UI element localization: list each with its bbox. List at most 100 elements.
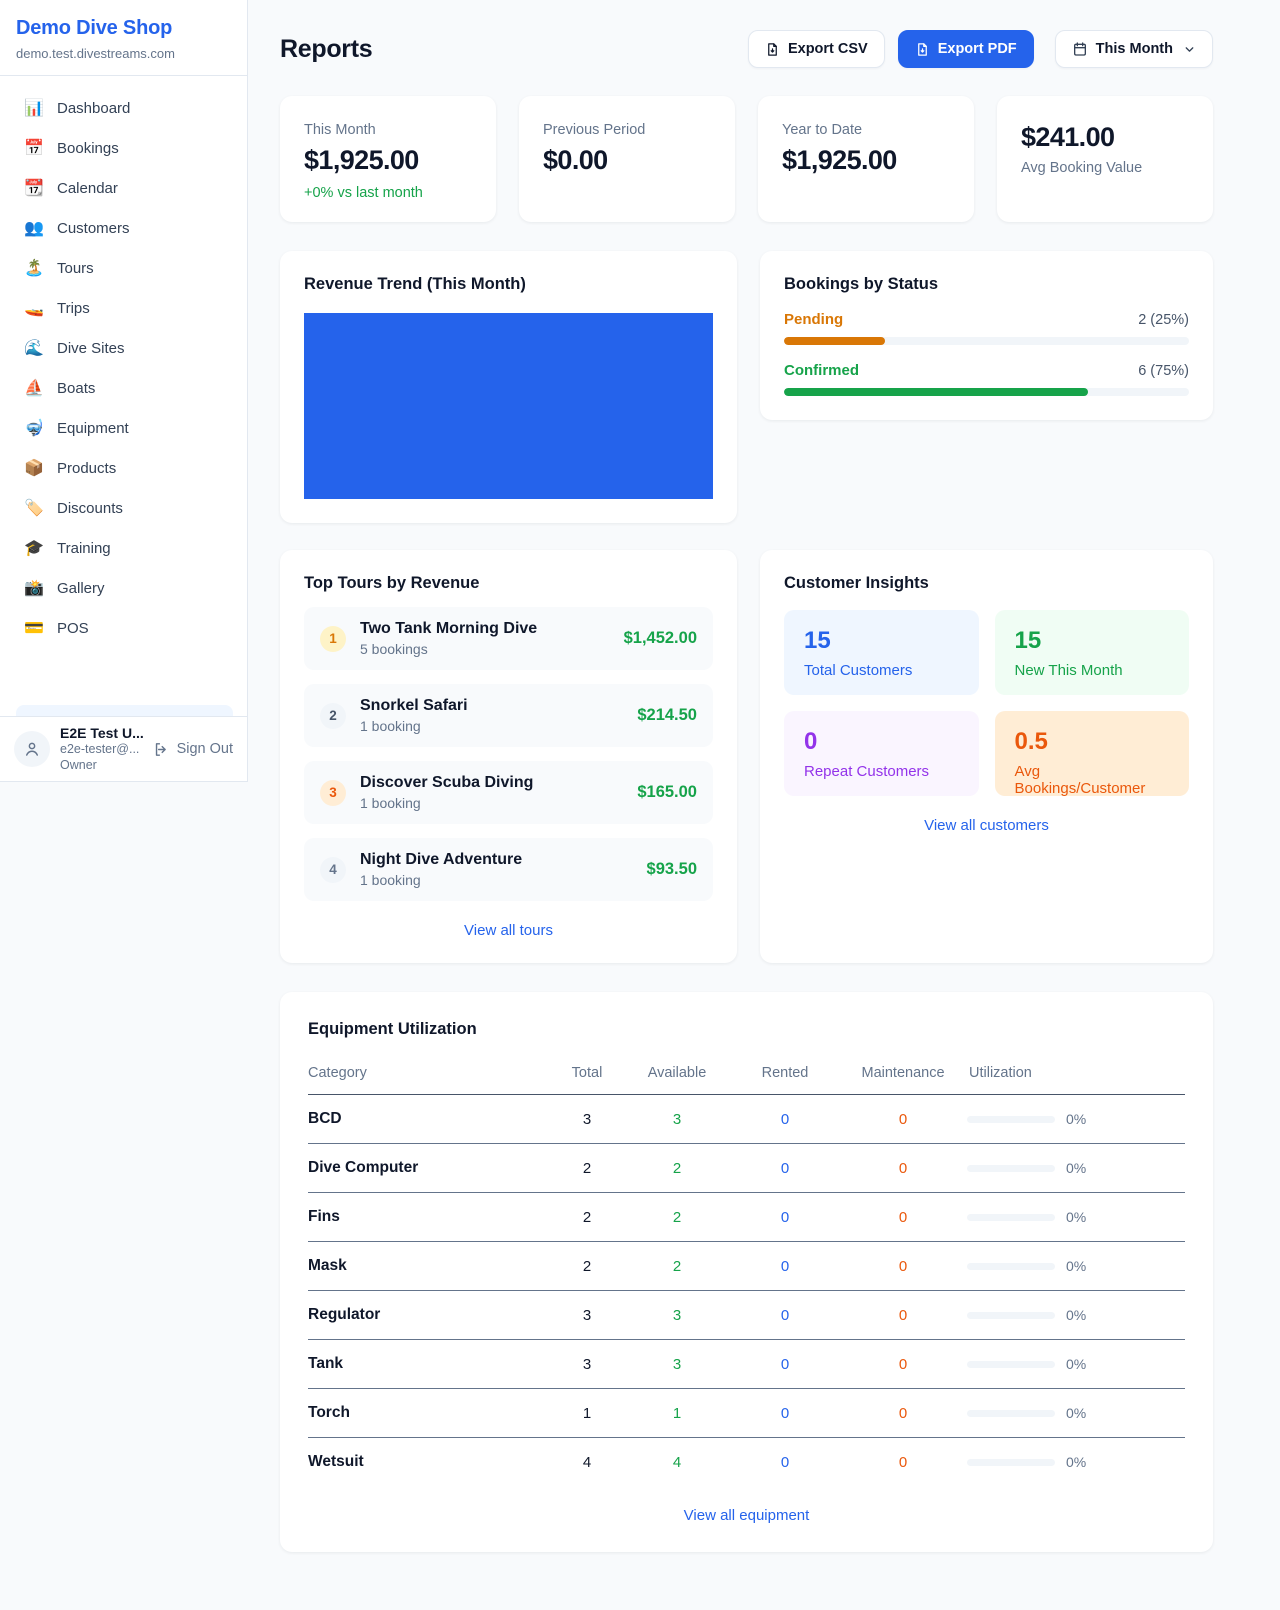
utilization-cell: 0%: [967, 1389, 1185, 1438]
bookings-by-status-title: Bookings by Status: [784, 275, 1189, 294]
period-dropdown[interactable]: This Month: [1055, 30, 1213, 68]
available-cell: 2: [623, 1242, 731, 1291]
table-row: Torch 1 1 0 0 0%: [308, 1389, 1185, 1438]
sidebar-item-calendar[interactable]: 📆 Calendar: [12, 168, 235, 208]
category-cell: Wetsuit: [308, 1438, 551, 1487]
island-icon: 🏝️: [24, 258, 44, 278]
tour-amount: $1,452.00: [624, 629, 697, 648]
sidebar-item-label: POS: [57, 620, 89, 637]
stat-delta: +0% vs last month: [304, 185, 472, 201]
brand-title: Demo Dive Shop: [16, 17, 231, 40]
utilization-label: 0%: [1066, 1454, 1086, 1470]
tour-bookings: 5 bookings: [360, 641, 537, 657]
utilization-track: [967, 1214, 1055, 1221]
rented-cell: 0: [731, 1438, 839, 1487]
total-cell: 2: [551, 1242, 623, 1291]
rank-badge: 2: [320, 703, 346, 729]
sidebar-item-dashboard[interactable]: 📊 Dashboard: [12, 88, 235, 128]
period-label: This Month: [1096, 41, 1173, 57]
maintenance-cell: 0: [839, 1340, 967, 1389]
file-export-icon: [765, 42, 780, 57]
top-tours-card: Top Tours by Revenue 1 Two Tank Morning …: [280, 550, 737, 963]
sign-out-label: Sign Out: [177, 741, 233, 757]
sidebar-item-dive-sites[interactable]: 🌊 Dive Sites: [12, 328, 235, 368]
sidebar-item-tours[interactable]: 🏝️ Tours: [12, 248, 235, 288]
calendar-outline-icon: [1072, 41, 1088, 57]
sidebar-item-discounts[interactable]: 🏷️ Discounts: [12, 488, 235, 528]
stat-value: $0.00: [543, 145, 711, 176]
equipment-utilization-title: Equipment Utilization: [308, 1020, 1185, 1039]
sidebar-item-boats[interactable]: ⛵ Boats: [12, 368, 235, 408]
sidebar-item-label: Tours: [57, 260, 94, 277]
user-info: E2E Test U... e2e-tester@... Owner: [60, 725, 143, 774]
sidebar-item-products[interactable]: 📦 Products: [12, 448, 235, 488]
utilization-cell: 0%: [967, 1291, 1185, 1340]
export-pdf-label: Export PDF: [938, 41, 1017, 57]
tag-icon: 🏷️: [24, 498, 44, 518]
customer-insights-card: Customer Insights 15 Total Customers 15 …: [760, 550, 1213, 963]
column-header: Maintenance: [839, 1059, 967, 1095]
available-cell: 3: [623, 1095, 731, 1144]
utilization-cell: 0%: [967, 1193, 1185, 1242]
total-cell: 3: [551, 1340, 623, 1389]
stat-label: Year to Date: [782, 122, 950, 138]
table-row: Dive Computer 2 2 0 0 0%: [308, 1144, 1185, 1193]
total-cell: 3: [551, 1291, 623, 1340]
available-cell: 2: [623, 1193, 731, 1242]
insight-label: Repeat Customers: [804, 763, 959, 780]
rank-badge: 3: [320, 780, 346, 806]
sidebar-item-bookings[interactable]: 📅 Bookings: [12, 128, 235, 168]
export-pdf-button[interactable]: Export PDF: [898, 30, 1034, 68]
available-cell: 4: [623, 1438, 731, 1487]
view-all-customers-link[interactable]: View all customers: [784, 817, 1189, 834]
equipment-utilization-card: Equipment Utilization Category Total Ava…: [280, 992, 1213, 1552]
chevron-down-icon: [1183, 43, 1196, 56]
diving-mask-icon: 🤿: [24, 418, 44, 438]
sidebar-item-customers[interactable]: 👥 Customers: [12, 208, 235, 248]
available-cell: 1: [623, 1389, 731, 1438]
stat-label: This Month: [304, 122, 472, 138]
rented-cell: 0: [731, 1340, 839, 1389]
sidebar-item-pos[interactable]: 💳 POS: [12, 608, 235, 648]
main-content: Reports Export CSV Export PDF This Month: [248, 0, 1280, 1552]
sign-out-button[interactable]: Sign Out: [153, 741, 233, 758]
tour-amount: $214.50: [637, 706, 697, 725]
total-cell: 2: [551, 1193, 623, 1242]
user-icon: [23, 740, 41, 758]
sidebar-item-label: Trips: [57, 300, 90, 317]
export-csv-label: Export CSV: [788, 41, 868, 57]
category-cell: Regulator: [308, 1291, 551, 1340]
sidebar-item-trips[interactable]: 🚤 Trips: [12, 288, 235, 328]
sidebar-item-gallery[interactable]: 📸 Gallery: [12, 568, 235, 608]
maintenance-cell: 0: [839, 1291, 967, 1340]
stat-label: Previous Period: [543, 122, 711, 138]
tour-bookings: 1 booking: [360, 872, 522, 888]
insight-label: New This Month: [1015, 662, 1170, 679]
tour-row: 3 Discover Scuba Diving 1 booking $165.0…: [304, 761, 713, 824]
column-header: Total: [551, 1059, 623, 1095]
category-cell: BCD: [308, 1095, 551, 1144]
sidebar-item-training[interactable]: 🎓 Training: [12, 528, 235, 568]
utilization-label: 0%: [1066, 1405, 1086, 1421]
tour-name: Two Tank Morning Dive: [360, 620, 537, 638]
utilization-label: 0%: [1066, 1209, 1086, 1225]
utilization-track: [967, 1116, 1055, 1123]
utilization-track: [967, 1459, 1055, 1466]
maintenance-cell: 0: [839, 1389, 967, 1438]
table-row: Tank 3 3 0 0 0%: [308, 1340, 1185, 1389]
sidebar-item-label: Bookings: [57, 140, 119, 157]
view-all-tours-link[interactable]: View all tours: [304, 922, 713, 939]
tour-amount: $93.50: [647, 860, 697, 879]
sidebar-nav: 📊 Dashboard 📅 Bookings 📆 Calendar 👥 Cust…: [0, 76, 247, 648]
tour-bookings: 1 booking: [360, 795, 533, 811]
view-all-equipment-link[interactable]: View all equipment: [308, 1507, 1185, 1524]
sidebar-item-equipment[interactable]: 🤿 Equipment: [12, 408, 235, 448]
insight-total-customers: 15 Total Customers: [784, 610, 979, 695]
stat-cards: This Month $1,925.00 +0% vs last month P…: [280, 96, 1213, 222]
export-csv-button[interactable]: Export CSV: [748, 30, 885, 68]
table-row: Mask 2 2 0 0 0%: [308, 1242, 1185, 1291]
customer-insights-title: Customer Insights: [784, 574, 1189, 593]
rented-cell: 0: [731, 1242, 839, 1291]
wave-icon: 🌊: [24, 338, 44, 358]
column-header: Rented: [731, 1059, 839, 1095]
